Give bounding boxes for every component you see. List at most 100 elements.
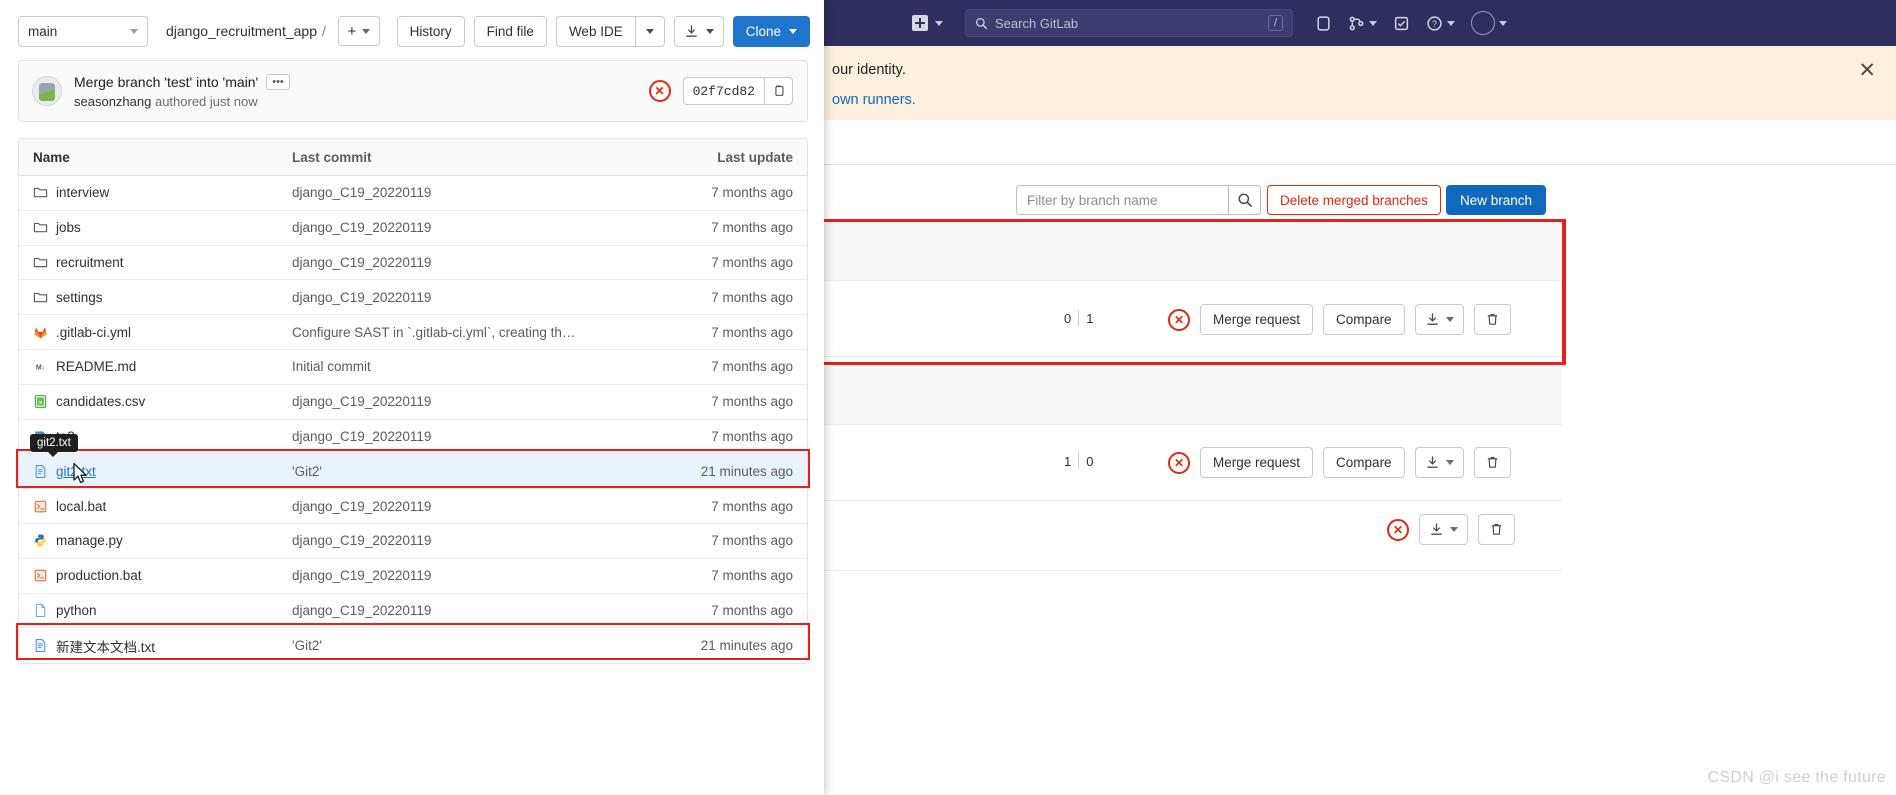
table-row[interactable]: interview django_C19_20220119 7 months ago [19, 176, 807, 211]
compare-button[interactable]: Compare [1323, 304, 1405, 335]
compare-button[interactable]: Compare [1323, 447, 1405, 478]
help-icon[interactable]: ? [1426, 15, 1455, 32]
branch-row[interactable] [824, 571, 1562, 641]
merge-request-button[interactable]: Merge request [1200, 447, 1314, 478]
last-commit-cell[interactable]: django_C19_20220119 [292, 429, 687, 444]
last-commit-cell[interactable]: Configure SAST in `.gitlab-ci.yml`, crea… [292, 325, 687, 340]
add-to-repository-dropdown[interactable]: + [337, 16, 380, 46]
table-row[interactable]: M↓ README.md Initial commit 7 months ago [19, 350, 807, 385]
repository-files-panel: main django_recruitment_app / + History F… [0, 0, 824, 795]
file-name-link[interactable]: recruitment [56, 255, 124, 270]
branch-row[interactable]: 1 0 ✕ Merge request Compare [824, 425, 1562, 501]
chevron-down-icon [362, 28, 371, 34]
table-row[interactable]: local.bat django_C19_20220119 7 months ago [19, 489, 807, 524]
issues-icon[interactable] [1315, 15, 1332, 32]
commit-author[interactable]: seasonzhang [74, 94, 151, 109]
file-name-link[interactable]: python [56, 603, 97, 618]
file-name-cell: .gitlab-ci.yml [19, 325, 292, 340]
commit-more-button[interactable]: ••• [266, 73, 290, 90]
last-commit-cell[interactable]: django_C19_20220119 [292, 499, 687, 514]
clone-button[interactable]: Clone [732, 15, 810, 47]
file-name-link[interactable]: 新建文本文档.txt [56, 636, 155, 656]
create-new-dropdown[interactable] [912, 15, 943, 31]
web-ide-dropdown-button[interactable] [634, 15, 665, 47]
copy-sha-button[interactable] [764, 77, 793, 105]
breadcrumb-project[interactable]: django_recruitment_app [166, 23, 317, 39]
download-dropdown-button[interactable] [1414, 447, 1464, 478]
merge-request-button[interactable]: Merge request [1200, 304, 1314, 335]
search-icon [975, 17, 988, 29]
last-commit-cell[interactable]: django_C19_20220119 [292, 394, 687, 409]
file-name-link[interactable]: jobs [56, 220, 81, 235]
delete-branch-button[interactable] [1473, 304, 1511, 335]
find-file-button[interactable]: Find file [473, 15, 547, 47]
file-name-link[interactable]: interview [56, 185, 109, 200]
file-name-cell: interview [19, 185, 292, 200]
new-branch-button[interactable]: New branch [1446, 185, 1547, 215]
last-commit-cell[interactable]: django_C19_20220119 [292, 255, 687, 270]
last-commit-cell[interactable]: django_C19_20220119 [292, 533, 687, 548]
file-name-cell: manage.py [19, 533, 292, 548]
file-name-link[interactable]: production.bat [56, 568, 142, 583]
table-row[interactable]: settings django_C19_20220119 7 months ago [19, 280, 807, 316]
file-name-link[interactable]: local.bat [56, 499, 106, 514]
web-ide-button[interactable]: Web IDE [555, 15, 635, 47]
last-commit-cell[interactable]: django_C19_20220119 [292, 290, 687, 305]
pipeline-failed-icon[interactable]: ✕ [1168, 451, 1190, 474]
last-commit-cell[interactable]: Initial commit [292, 359, 687, 374]
file-icon [35, 603, 46, 617]
branch-row[interactable] [824, 365, 1562, 425]
branch-row[interactable]: 0 1 ✕ Merge request Compare [824, 281, 1562, 357]
delete-branch-button[interactable] [1478, 514, 1515, 545]
trash-icon [1491, 523, 1502, 535]
table-row[interactable]: git2.txt'Git2' 21 minutes ago [19, 454, 807, 490]
file-name-link[interactable]: manage.py [56, 533, 123, 548]
pipeline-failed-icon[interactable]: ✕ [1387, 518, 1409, 541]
last-update-cell: 7 months ago [711, 220, 793, 236]
last-update-cell: 7 months ago [711, 568, 793, 584]
close-icon[interactable]: ✕ [1858, 60, 1876, 81]
table-row[interactable]: 新建文本文档.txt 'Git2' 21 minutes ago [19, 628, 807, 663]
table-row[interactable]: recruitment django_C19_20220119 7 months a… [19, 246, 807, 281]
last-commit-cell[interactable]: django_C19_20220119 [292, 603, 687, 618]
todos-icon[interactable] [1393, 15, 1410, 32]
last-commit-cell[interactable]: 'Git2' [292, 638, 687, 653]
alert-line-2[interactable]: own runners. [832, 92, 916, 108]
column-header-last-commit: Last commit [292, 149, 372, 165]
table-row[interactable]: x candidates.csv django_C19_20220119 7 mont… [19, 385, 807, 420]
branch-actions: ✕ [1387, 514, 1515, 545]
last-commit-cell[interactable]: django_C19_20220119 [292, 568, 687, 583]
history-button[interactable]: History [396, 15, 465, 47]
download-source-dropdown[interactable] [673, 15, 724, 47]
user-menu[interactable] [1471, 11, 1507, 35]
branch-selector[interactable]: main [18, 15, 148, 47]
last-commit-cell[interactable]: 'Git2' [292, 464, 687, 479]
table-row[interactable]: .gitlab-ci.yml Configure SAST in `.gitlab… [19, 315, 807, 350]
commit-message[interactable]: Merge branch 'test' into 'main' [74, 74, 258, 90]
table-row[interactable]: te3django_C19_202201197 months ago [19, 420, 807, 455]
branch-search-button[interactable] [1228, 185, 1261, 215]
file-name-link[interactable]: README.md [56, 359, 136, 374]
table-row[interactable]: jobs django_C19_20220119 7 months ago [19, 211, 807, 246]
download-dropdown-button[interactable] [1419, 514, 1468, 545]
file-name-link[interactable]: settings [56, 290, 103, 305]
filter-branch-input[interactable] [1016, 185, 1228, 215]
branch-row[interactable]: ✕ [824, 501, 1562, 571]
file-name-link[interactable]: .gitlab-ci.yml [56, 325, 131, 340]
search-gitlab-input[interactable]: Search GitLab / [965, 9, 1293, 37]
last-commit-cell[interactable]: django_C19_20220119 [292, 185, 687, 200]
merge-requests-icon[interactable] [1348, 15, 1377, 32]
last-commit-cell[interactable]: django_C19_20220119 [292, 220, 687, 235]
delete-merged-branches-button[interactable]: Delete merged branches [1267, 185, 1441, 215]
delete-branch-button[interactable] [1473, 447, 1511, 478]
pipeline-failed-icon[interactable]: ✕ [648, 80, 671, 102]
clipboard-icon [774, 85, 783, 96]
table-row[interactable]: production.bat django_C19_20220119 7 month… [19, 559, 807, 594]
pipeline-failed-icon[interactable]: ✕ [1168, 308, 1190, 331]
branch-row[interactable] [824, 221, 1562, 281]
table-row[interactable]: python django_C19_20220119 7 months ago [19, 594, 807, 629]
table-row[interactable]: manage.py django_C19_20220119 7 months ago [19, 524, 807, 559]
branch-divergence: 0 1 [1064, 310, 1093, 326]
download-dropdown-button[interactable] [1414, 304, 1464, 335]
file-name-link[interactable]: candidates.csv [56, 394, 145, 409]
